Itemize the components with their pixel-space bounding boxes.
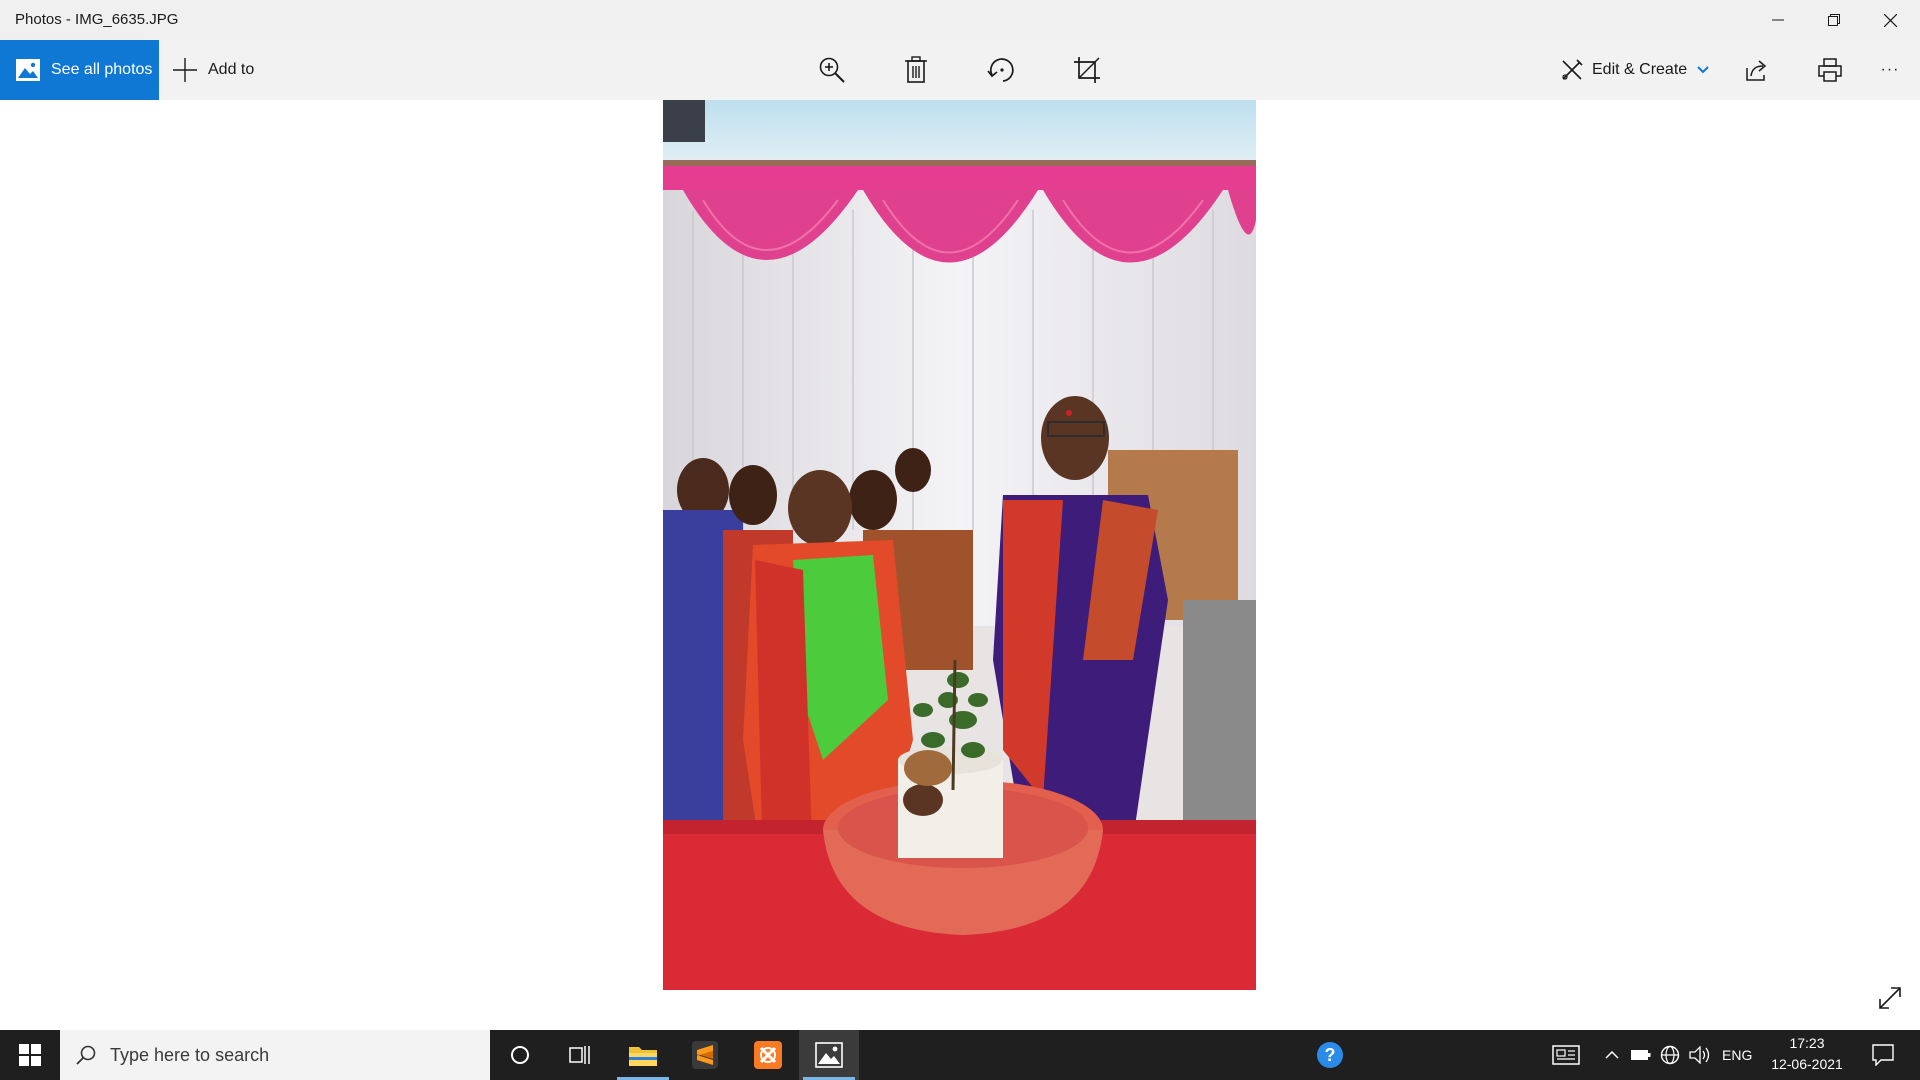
clock-time: 17:23 bbox=[1789, 1035, 1825, 1051]
chevron-up-icon bbox=[1605, 1050, 1619, 1059]
window-title: Photos - IMG_6635.JPG bbox=[15, 11, 179, 28]
help-tray-button[interactable]: ? bbox=[1310, 1030, 1350, 1080]
zoom-icon bbox=[819, 57, 845, 83]
photos-icon bbox=[15, 58, 41, 82]
delete-button[interactable] bbox=[892, 40, 940, 100]
plus-icon bbox=[172, 57, 198, 83]
speaker-icon bbox=[1689, 1046, 1710, 1064]
task-view-icon bbox=[569, 1046, 590, 1064]
input-language-indicator[interactable]: ENG bbox=[1722, 1030, 1752, 1080]
taskbar-clock[interactable]: 17:23 12-06-2021 bbox=[1762, 1033, 1852, 1077]
chevron-down-icon bbox=[1697, 66, 1709, 74]
print-icon bbox=[1818, 58, 1842, 82]
crop-button[interactable] bbox=[1063, 40, 1111, 100]
battery-tray-button[interactable] bbox=[1628, 1030, 1654, 1080]
photo-viewer-image[interactable] bbox=[663, 100, 1256, 990]
restore-icon bbox=[1828, 14, 1840, 26]
more-options-button[interactable]: ··· bbox=[1866, 40, 1914, 100]
cortana-button[interactable] bbox=[490, 1030, 550, 1080]
photo-illustration bbox=[663, 100, 1256, 990]
taskbar-search-box[interactable]: Type here to search bbox=[60, 1030, 490, 1080]
search-icon bbox=[76, 1045, 96, 1065]
crop-icon bbox=[1074, 57, 1100, 83]
help-icon: ? bbox=[1317, 1042, 1343, 1068]
expand-icon bbox=[1879, 987, 1901, 1009]
rotate-button[interactable] bbox=[977, 40, 1025, 100]
search-placeholder: Type here to search bbox=[110, 1044, 270, 1065]
volume-tray-button[interactable] bbox=[1686, 1030, 1714, 1080]
windows-logo-icon bbox=[19, 1044, 41, 1066]
edit-create-button[interactable]: Edit & Create bbox=[1560, 40, 1709, 100]
battery-icon bbox=[1631, 1050, 1651, 1060]
share-icon bbox=[1746, 60, 1767, 81]
sublime-text-icon bbox=[692, 1041, 718, 1069]
title-bar: Photos - IMG_6635.JPG bbox=[0, 0, 1920, 40]
add-to-button[interactable]: Add to bbox=[172, 40, 254, 100]
show-hidden-icons-button[interactable] bbox=[1600, 1030, 1624, 1080]
edit-create-label: Edit & Create bbox=[1592, 61, 1688, 78]
minimize-icon bbox=[1772, 19, 1784, 21]
close-icon bbox=[1883, 13, 1897, 27]
print-button[interactable] bbox=[1806, 40, 1854, 100]
taskbar-sublime-text[interactable] bbox=[675, 1030, 735, 1080]
clock-date: 12-06-2021 bbox=[1771, 1056, 1843, 1072]
edit-create-icon bbox=[1560, 58, 1584, 82]
news-icon bbox=[1552, 1045, 1580, 1065]
zoom-button[interactable] bbox=[808, 40, 856, 100]
folder-icon bbox=[629, 1047, 657, 1066]
minimize-button[interactable] bbox=[1750, 0, 1806, 40]
start-button[interactable] bbox=[0, 1030, 60, 1080]
action-center-button[interactable] bbox=[1858, 1030, 1908, 1080]
add-to-label: Add to bbox=[208, 61, 255, 78]
rotate-icon bbox=[987, 58, 1014, 82]
network-tray-button[interactable] bbox=[1657, 1030, 1683, 1080]
photos-app-icon bbox=[815, 1042, 843, 1068]
svg-text:?: ? bbox=[1325, 1045, 1336, 1065]
restore-button[interactable] bbox=[1806, 0, 1862, 40]
see-all-photos-button[interactable]: See all photos bbox=[0, 40, 159, 100]
news-tray-button[interactable] bbox=[1548, 1030, 1584, 1080]
see-all-photos-label: See all photos bbox=[51, 61, 153, 78]
taskbar-photos[interactable] bbox=[799, 1030, 859, 1080]
taskbar-xampp[interactable] bbox=[738, 1030, 798, 1080]
notification-icon bbox=[1872, 1044, 1894, 1066]
close-button[interactable] bbox=[1862, 0, 1918, 40]
share-button[interactable] bbox=[1733, 40, 1781, 100]
full-screen-button[interactable] bbox=[1872, 980, 1908, 1016]
taskbar-file-explorer[interactable] bbox=[613, 1030, 673, 1080]
cortana-icon bbox=[511, 1046, 529, 1064]
task-view-button[interactable] bbox=[550, 1030, 610, 1080]
globe-icon bbox=[1660, 1045, 1680, 1065]
xampp-icon bbox=[754, 1041, 782, 1069]
delete-icon bbox=[905, 56, 927, 83]
